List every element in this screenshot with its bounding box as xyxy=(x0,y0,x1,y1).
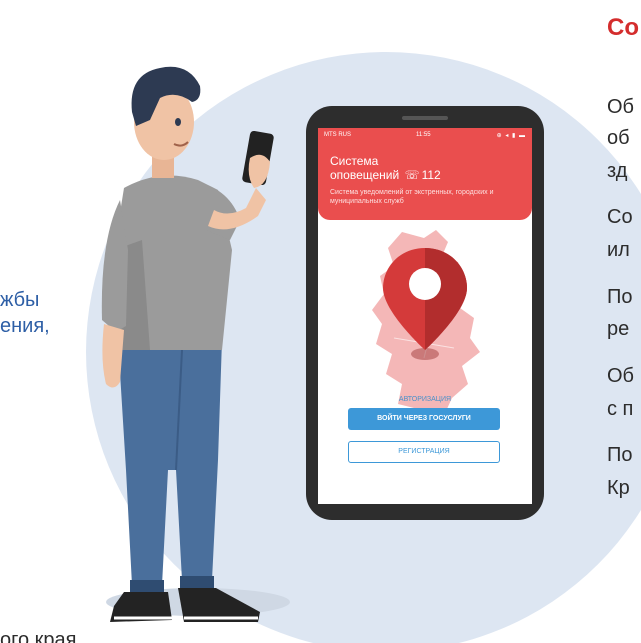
right-line-9: с п xyxy=(607,398,634,420)
auth-label: АВТОРИЗАЦИЯ xyxy=(398,396,452,403)
app-title-line-2: оповещений xyxy=(330,168,400,182)
right-line-8: Об xyxy=(607,365,635,387)
status-time: 11:55 xyxy=(416,132,431,138)
right-line-10: По xyxy=(607,444,633,466)
man-holding-phone-illustration xyxy=(101,66,290,622)
illustration-stage: жбы ения, ого края Со Об об зд Со ил По … xyxy=(0,0,641,643)
right-line-11: Кр xyxy=(607,477,630,499)
right-column-title: Со xyxy=(607,14,639,40)
location-pin-icon xyxy=(383,248,467,360)
app-title-number: 112 xyxy=(421,168,441,182)
right-line-7: ре xyxy=(607,318,630,340)
right-line-2: об xyxy=(607,127,630,149)
app-title-line-1: Система xyxy=(330,154,379,168)
gosuslugi-login-button[interactable]: ВОЙТИ ЧЕРЕЗ ГОСУСЛУГИ xyxy=(348,408,500,430)
status-bar: MTS RUS 11:55 ⊕ ◂ ▮ ▬ xyxy=(324,132,526,142)
jeans xyxy=(118,340,222,585)
app-title: Система оповещений ☏ 112 xyxy=(330,154,520,182)
phone-screen: MTS RUS 11:55 ⊕ ◂ ▮ ▬ Система оповещений… xyxy=(318,128,532,504)
app-header: MTS RUS 11:55 ⊕ ◂ ▮ ▬ Система оповещений… xyxy=(318,128,532,220)
right-line-1: Об xyxy=(607,96,635,118)
app-title-line-2-wrap: оповещений ☏ 112 xyxy=(330,168,520,182)
phone-speaker xyxy=(402,116,448,120)
phone-icon: ☏ xyxy=(404,168,420,182)
smartphone-mockup: MTS RUS 11:55 ⊕ ◂ ▮ ▬ Система оповещений… xyxy=(306,106,544,520)
status-carrier: MTS RUS xyxy=(324,132,351,138)
bottom-left-text: ого края xyxy=(0,629,77,643)
right-line-4: Со xyxy=(607,206,633,228)
register-button[interactable]: РЕГИСТРАЦИЯ xyxy=(348,441,500,463)
app-subtitle: Система уведомлений от экстренных, город… xyxy=(330,189,494,205)
right-line-5: ил xyxy=(607,239,630,261)
right-line-6: По xyxy=(607,286,633,308)
status-icons: ⊕ ◂ ▮ ▬ xyxy=(496,133,526,139)
right-line-3: зд xyxy=(607,160,628,182)
